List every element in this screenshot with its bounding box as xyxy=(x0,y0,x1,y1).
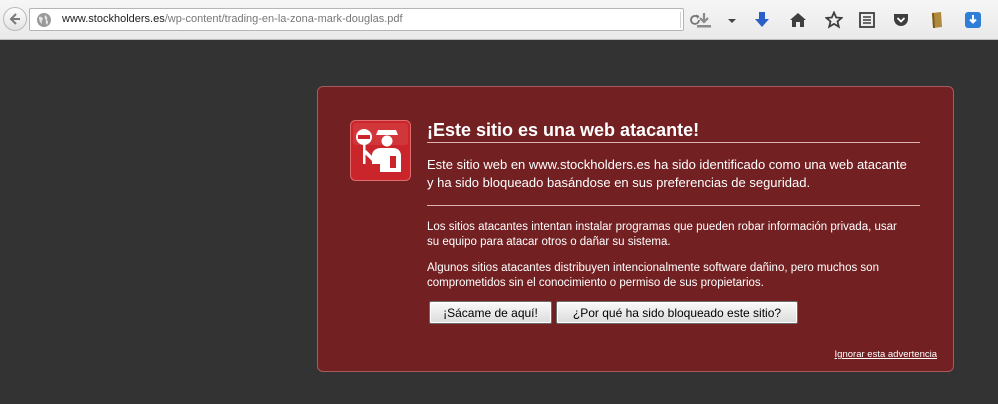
security-officer-icon xyxy=(350,120,411,181)
blue-download-icon[interactable] xyxy=(964,11,982,29)
warning-description: Este sitio web en www.stockholders.es ha… xyxy=(427,157,907,190)
home-icon[interactable] xyxy=(789,11,807,29)
url-host: www.stockholders.es xyxy=(62,13,165,25)
download-icon[interactable] xyxy=(695,11,713,29)
url-separator xyxy=(680,12,681,28)
globe-icon[interactable] xyxy=(36,12,52,28)
back-button[interactable] xyxy=(3,7,27,31)
star-icon[interactable] xyxy=(825,11,843,29)
ignore-warning-link[interactable]: Ignorar esta advertencia xyxy=(835,349,937,360)
reader-list-icon[interactable] xyxy=(858,11,876,29)
dropdown-arrow-icon[interactable] xyxy=(724,11,742,29)
warning-paragraph-2: Algunos sitios atacantes distribuyen int… xyxy=(427,262,879,289)
bookmark-tag-icon[interactable] xyxy=(928,11,946,29)
browser-toolbar: www.stockholders.es/wp-content/trading-e… xyxy=(0,0,998,40)
back-arrow-icon xyxy=(9,13,20,25)
blue-down-arrow-icon[interactable] xyxy=(753,11,771,29)
url-text[interactable]: www.stockholders.es/wp-content/trading-e… xyxy=(62,13,403,25)
get-me-out-button[interactable]: ¡Sácame de aquí! xyxy=(429,301,552,324)
section-divider xyxy=(427,205,920,206)
title-divider xyxy=(427,142,920,143)
warning-title: ¡Este sitio es una web atacante! xyxy=(427,120,700,140)
warning-paragraph-1: Los sitios atacantes intentan instalar p… xyxy=(427,221,897,248)
attack-warning-box: ¡Este sitio es una web atacante! Este si… xyxy=(317,86,954,372)
why-blocked-button[interactable]: ¿Por qué ha sido bloqueado este sitio? xyxy=(556,301,798,324)
pocket-icon[interactable] xyxy=(892,11,910,29)
url-bar[interactable]: www.stockholders.es/wp-content/trading-e… xyxy=(29,8,700,31)
url-path: /wp-content/trading-en-la-zona-mark-doug… xyxy=(164,13,403,25)
